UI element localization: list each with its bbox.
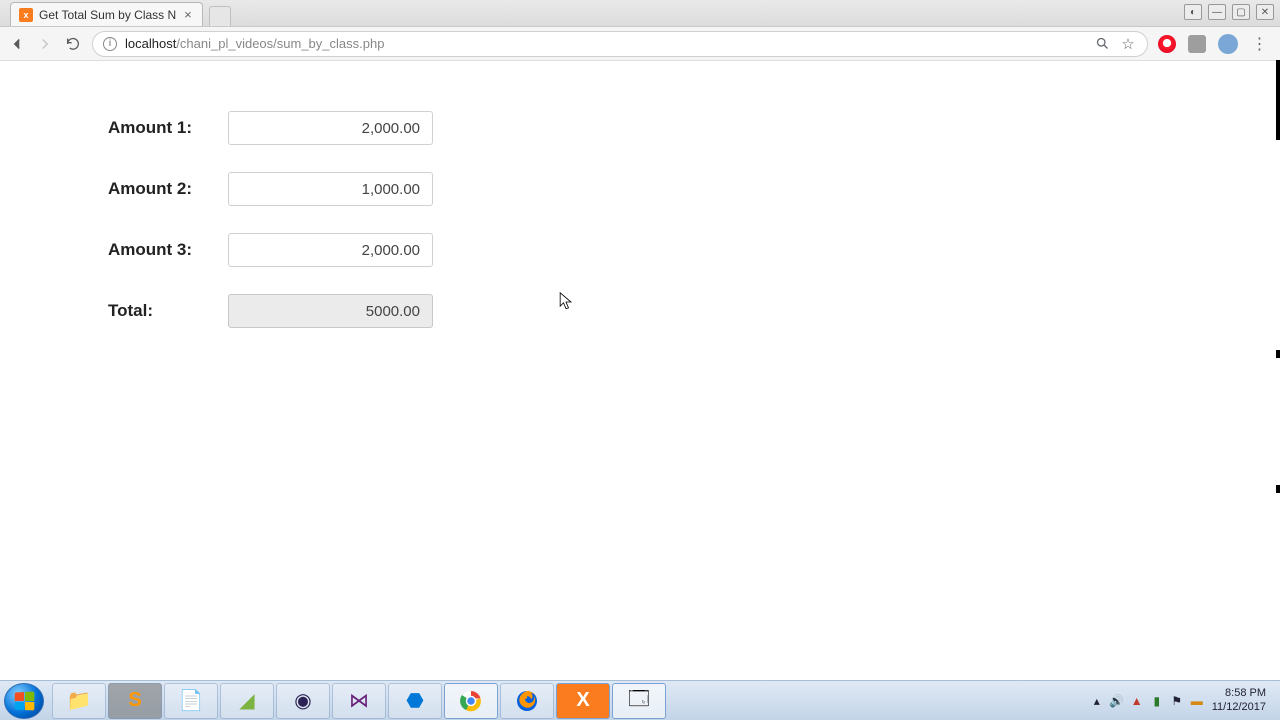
- back-button[interactable]: [8, 35, 26, 53]
- extension-icon-1[interactable]: [1188, 35, 1206, 53]
- browser-tab[interactable]: x Get Total Sum by Class N ×: [10, 2, 203, 26]
- tray-network-icon[interactable]: ▮: [1150, 694, 1164, 708]
- taskbar-explorer-icon[interactable]: 📁: [52, 683, 106, 719]
- tray-flag-icon[interactable]: ⚑: [1170, 694, 1184, 708]
- page-content: Amount 1: Amount 2: Amount 3: Total:: [0, 61, 1280, 328]
- scrollbar-hint: [1276, 350, 1280, 358]
- reload-button[interactable]: [64, 35, 82, 53]
- taskbar-eclipse-icon[interactable]: ◉: [276, 683, 330, 719]
- amount-row-3: Amount 3:: [108, 233, 1280, 267]
- tab-title: Get Total Sum by Class N: [39, 8, 176, 22]
- windows-taskbar: 📁 S 📄 ◢ ◉ ⋈ ⬣ X 🗔 ▴ 🔊 ▲ ▮ ⚑ ▬ 8:58 PM 11…: [0, 680, 1280, 720]
- amount-3-input[interactable]: [228, 233, 433, 267]
- amount-3-label: Amount 3:: [108, 240, 228, 260]
- scrollbar-hint: [1276, 60, 1280, 140]
- tray-battery-icon[interactable]: ▬: [1190, 694, 1204, 708]
- amount-row-1: Amount 1:: [108, 111, 1280, 145]
- amount-2-label: Amount 2:: [108, 179, 228, 199]
- taskbar-clock[interactable]: 8:58 PM 11/12/2017: [1212, 687, 1266, 713]
- taskbar-visual-studio-icon[interactable]: ⋈: [332, 683, 386, 719]
- total-label: Total:: [108, 301, 228, 321]
- clock-time: 8:58 PM: [1212, 687, 1266, 700]
- maximize-button[interactable]: ▢: [1232, 4, 1250, 20]
- taskbar-notepad-icon[interactable]: 📄: [164, 683, 218, 719]
- amount-1-label: Amount 1:: [108, 118, 228, 138]
- taskbar-chrome-icon[interactable]: [444, 683, 498, 719]
- browser-toolbar: i localhost/chani_pl_videos/sum_by_class…: [0, 27, 1280, 61]
- start-button[interactable]: [4, 683, 44, 719]
- site-info-icon[interactable]: i: [103, 37, 117, 51]
- address-bar[interactable]: i localhost/chani_pl_videos/sum_by_class…: [92, 31, 1148, 57]
- opera-extension-icon[interactable]: [1158, 35, 1176, 53]
- close-tab-icon[interactable]: ×: [182, 7, 194, 22]
- scrollbar-hint: [1276, 485, 1280, 493]
- tray-volume-icon[interactable]: 🔊: [1110, 694, 1124, 708]
- tray-chevron-icon[interactable]: ▴: [1090, 694, 1104, 708]
- taskbar-app-icon[interactable]: 🗔: [612, 683, 666, 719]
- taskbar-xampp-icon[interactable]: X: [556, 683, 610, 719]
- amount-1-input[interactable]: [228, 111, 433, 145]
- amount-row-2: Amount 2:: [108, 172, 1280, 206]
- xampp-favicon: x: [19, 8, 33, 22]
- forward-button[interactable]: [36, 35, 54, 53]
- new-tab-button[interactable]: [209, 6, 231, 26]
- total-output: [228, 294, 433, 328]
- incognito-icon[interactable]: ◐: [1184, 4, 1202, 20]
- url-text: localhost/chani_pl_videos/sum_by_class.p…: [125, 36, 1085, 51]
- window-titlebar: x Get Total Sum by Class N × ◐ — ▢ ✕: [0, 0, 1280, 27]
- profile-avatar[interactable]: [1218, 34, 1238, 54]
- amount-2-input[interactable]: [228, 172, 433, 206]
- taskbar-vscode-icon[interactable]: ⬣: [388, 683, 442, 719]
- total-row: Total:: [108, 294, 1280, 328]
- menu-icon[interactable]: ⋮: [1250, 35, 1268, 53]
- tray-shield-icon[interactable]: ▲: [1130, 694, 1144, 708]
- close-window-button[interactable]: ✕: [1256, 4, 1274, 20]
- taskbar-firefox-icon[interactable]: [500, 683, 554, 719]
- clock-date: 11/12/2017: [1212, 701, 1266, 714]
- minimize-button[interactable]: —: [1208, 4, 1226, 20]
- taskbar-android-studio-icon[interactable]: ◢: [220, 683, 274, 719]
- system-tray: ▴ 🔊 ▲ ▮ ⚑ ▬ 8:58 PM 11/12/2017: [1090, 687, 1276, 713]
- star-bookmark-icon[interactable]: ☆: [1119, 35, 1137, 53]
- taskbar-sublime-icon[interactable]: S: [108, 683, 162, 719]
- search-in-page-icon[interactable]: [1093, 35, 1111, 53]
